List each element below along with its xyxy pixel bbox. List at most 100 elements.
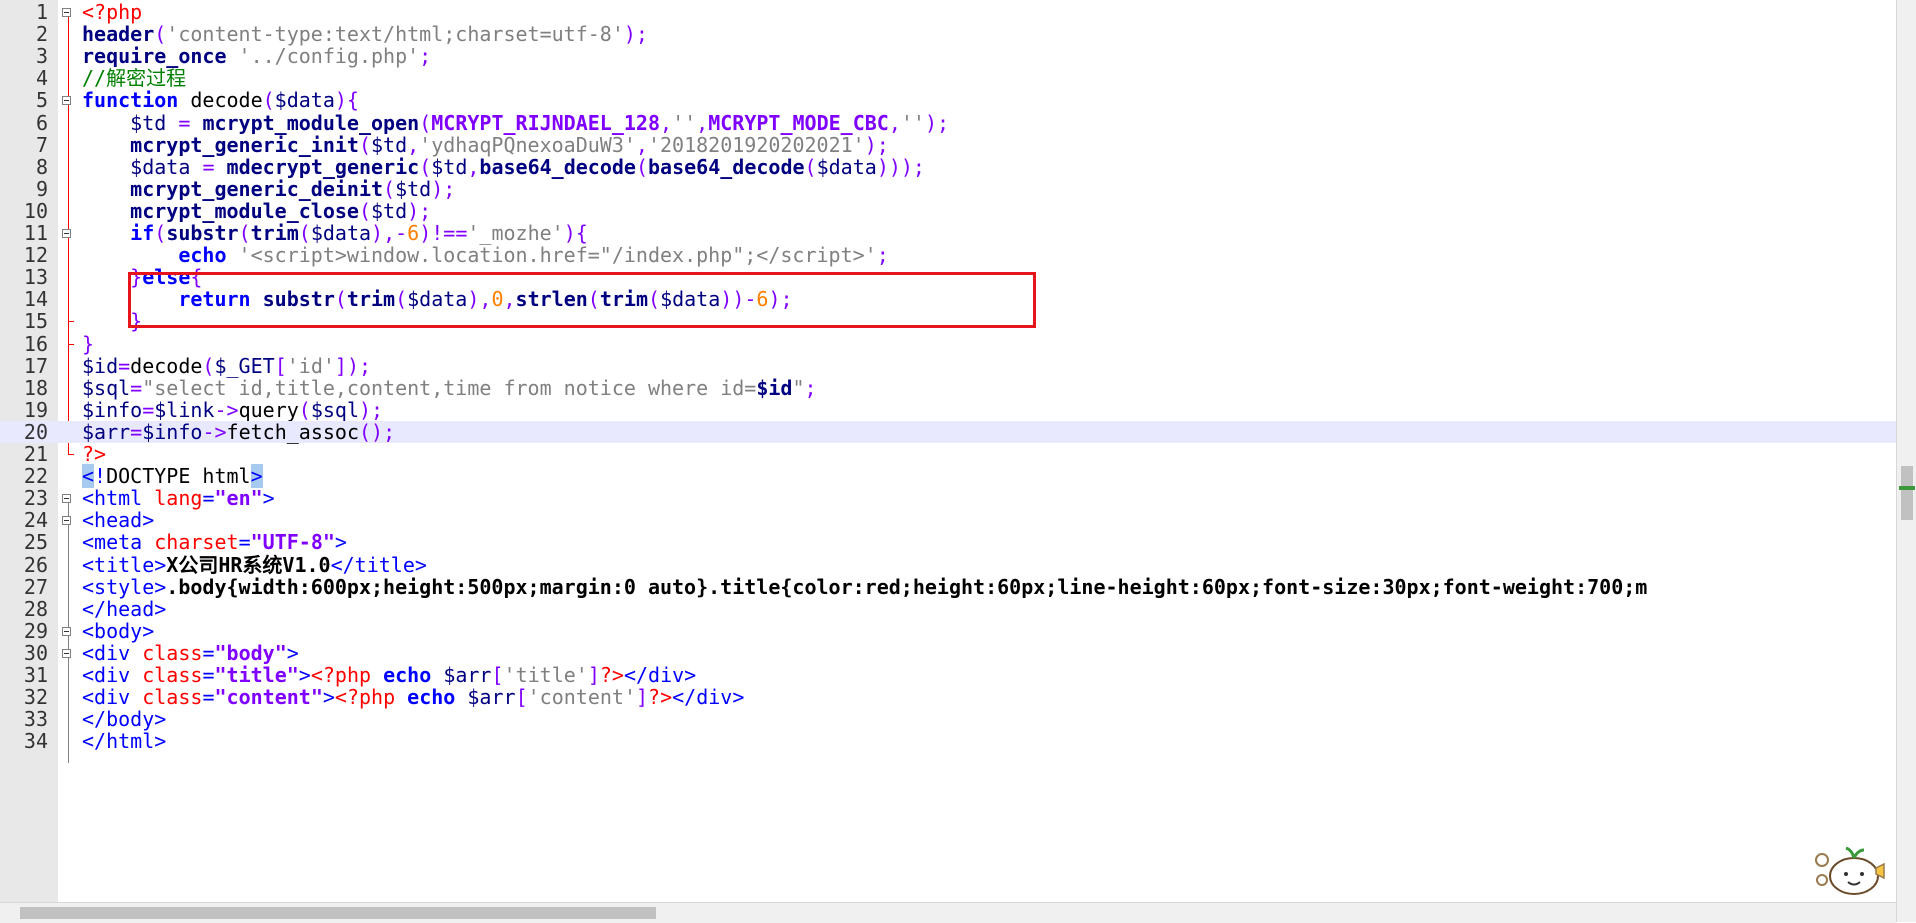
line-number: 18	[23, 375, 48, 400]
code-line[interactable]: 22 <!DOCTYPE html>	[0, 464, 1896, 489]
code-editor[interactable]: 1 <?php 2 header('content-type:text/html;ch…	[0, 0, 1896, 902]
code-line[interactable]: 25 <meta charset="UTF-8">	[0, 531, 1896, 553]
vertical-scroll-thumb[interactable]	[1901, 466, 1913, 520]
line-number: 4	[35, 66, 48, 91]
code-line[interactable]: 2 header('content-type:text/html;charset=…	[0, 23, 1896, 45]
line-number: 27	[23, 574, 48, 599]
line-code[interactable]: <meta charset="UTF-8">	[82, 531, 347, 553]
line-number: 13	[23, 265, 48, 290]
line-number: 12	[23, 243, 48, 268]
code-line[interactable]: 31 <div class="title"><?php echo $arr['ti…	[0, 664, 1896, 686]
line-code[interactable]: </body>	[82, 708, 166, 730]
line-code[interactable]: if(substr(trim($data),-6)!=='_mozhe'){	[82, 222, 588, 244]
code-line[interactable]: 6 $td = mcrypt_module_open(MCRYPT_RIJNDA…	[0, 111, 1896, 134]
line-number: 29	[23, 618, 48, 643]
line-number: 34	[23, 729, 48, 754]
line-number: 8	[35, 154, 48, 179]
code-line[interactable]: 4 //解密过程	[0, 67, 1896, 89]
code-line[interactable]: 33 </body>	[0, 708, 1896, 730]
vertical-scrollbar[interactable]	[1896, 0, 1916, 922]
line-number: 28	[23, 596, 48, 621]
line-number: 30	[23, 640, 48, 665]
line-code[interactable]: <style>.body{width:600px;height:500px;ma…	[82, 576, 1647, 598]
code-line[interactable]: 32 <div class="content"><?php echo $arr['…	[0, 686, 1896, 708]
line-number: 32	[23, 685, 48, 710]
line-code[interactable]: <div class="body">	[82, 642, 299, 664]
line-number: 21	[23, 442, 48, 466]
line-code[interactable]: <body>	[82, 620, 154, 642]
line-code[interactable]: $id=decode($_GET['id']);	[82, 354, 371, 376]
line-number: 11	[23, 221, 48, 245]
code-line[interactable]: 18 $sql="select id,title,content,time fro…	[0, 377, 1896, 399]
line-code[interactable]: mcrypt_generic_deinit($td);	[82, 178, 455, 200]
line-number: 16	[23, 331, 48, 356]
code-line[interactable]: 3 require_once '../config.php';	[0, 45, 1896, 67]
line-code[interactable]: <title>X公司HR系统V1.0</title>	[82, 553, 427, 576]
code-line[interactable]: 23 <html lang="en">	[0, 487, 1896, 509]
code-line[interactable]: 5 function decode($data){	[0, 89, 1896, 111]
line-number: 10	[23, 198, 48, 223]
scroll-position-marker	[1899, 486, 1915, 490]
code-line[interactable]: 8 $data = mdecrypt_generic($td,base64_de…	[0, 156, 1896, 178]
line-code[interactable]: function decode($data){	[82, 89, 359, 111]
line-code[interactable]: //解密过程	[82, 67, 186, 89]
line-code[interactable]: mcrypt_module_close($td);	[82, 200, 431, 222]
code-line[interactable]: 9 mcrypt_generic_deinit($td);	[0, 178, 1896, 200]
line-code[interactable]: <!DOCTYPE html>	[82, 464, 263, 489]
line-number: 14	[23, 287, 48, 312]
line-code[interactable]: <div class="title"><?php echo $arr['titl…	[82, 664, 696, 686]
line-code[interactable]: require_once '../config.php';	[82, 45, 431, 67]
code-line[interactable]: 26 <title>X公司HR系统V1.0</title>	[0, 552, 1896, 577]
line-code[interactable]: </head>	[82, 598, 166, 620]
code-line[interactable]: 10 mcrypt_module_close($td);	[0, 200, 1896, 222]
code-line[interactable]: 7 mcrypt_generic_init($td,'ydhaqPQnexoaD…	[0, 132, 1896, 157]
line-number: 15	[23, 309, 48, 334]
line-number: 17	[23, 353, 48, 378]
line-number: 3	[35, 44, 48, 69]
line-number: 7	[35, 132, 48, 157]
line-code[interactable]: </html>	[82, 730, 166, 752]
line-code[interactable]: <div class="content"><?php echo $arr['co…	[82, 686, 744, 708]
line-code[interactable]: header('content-type:text/html;charset=u…	[82, 23, 648, 45]
code-line[interactable]: 34 </html>	[0, 730, 1896, 752]
highlight-box	[128, 272, 1036, 328]
line-code[interactable]: $arr=$info->fetch_assoc();	[82, 421, 395, 443]
code-line[interactable]: 11 if(substr(trim($data),-6)!=='_mozhe')…	[0, 222, 1896, 244]
code-line[interactable]: 28 </head>	[0, 598, 1896, 620]
code-line[interactable]: 19 $info=$link->query($sql);	[0, 399, 1896, 421]
line-code[interactable]: $data = mdecrypt_generic($td,base64_deco…	[82, 156, 925, 178]
line-code[interactable]: $info=$link->query($sql);	[82, 399, 383, 421]
code-line[interactable]: 17 $id=decode($_GET['id']);	[0, 353, 1896, 378]
code-line[interactable]: 16}	[0, 331, 1896, 356]
code-line[interactable]: 27 <style>.body{width:600px;height:500px;…	[0, 574, 1896, 599]
line-number: 5	[35, 88, 48, 113]
code-line[interactable]: 30 <div class="body">	[0, 642, 1896, 664]
line-number: 23	[23, 486, 48, 511]
code-line[interactable]: 21 ?>	[0, 443, 1896, 465]
line-code[interactable]: ?>	[82, 443, 106, 465]
code-line[interactable]: 24 <head>	[0, 509, 1896, 531]
code-line[interactable]: 20 $arr=$info->fetch_assoc();	[0, 421, 1896, 443]
horizontal-scrollbar[interactable]	[0, 902, 1896, 923]
line-number: 33	[23, 707, 48, 732]
code-line[interactable]: 1 <?php	[0, 1, 1896, 23]
code-line[interactable]: 29 <body>	[0, 620, 1896, 642]
line-code[interactable]: echo '<script>window.location.href="/ind…	[82, 244, 888, 266]
line-number: 1	[35, 0, 48, 24]
code-line[interactable]: 12 echo '<script>window.location.href="/…	[0, 244, 1896, 266]
line-code[interactable]: <head>	[82, 509, 154, 531]
line-code[interactable]: }	[82, 332, 94, 355]
line-code[interactable]: $sql="select id,title,content,time from …	[82, 377, 817, 399]
line-number: 31	[23, 663, 48, 687]
line-number: 26	[23, 552, 48, 577]
line-number: 24	[23, 508, 48, 533]
mascot-icon	[1815, 846, 1885, 895]
line-code[interactable]: $td = mcrypt_module_open(MCRYPT_RIJNDAEL…	[82, 111, 949, 134]
line-number: 9	[35, 176, 48, 201]
line-number: 25	[23, 530, 48, 555]
line-code[interactable]: mcrypt_generic_init($td,'ydhaqPQnexoaDuW…	[82, 134, 889, 156]
line-number: 22	[23, 464, 48, 489]
line-code[interactable]: <?php	[82, 1, 142, 23]
line-code[interactable]: <html lang="en">	[82, 487, 275, 509]
horizontal-scroll-thumb[interactable]	[20, 907, 656, 919]
